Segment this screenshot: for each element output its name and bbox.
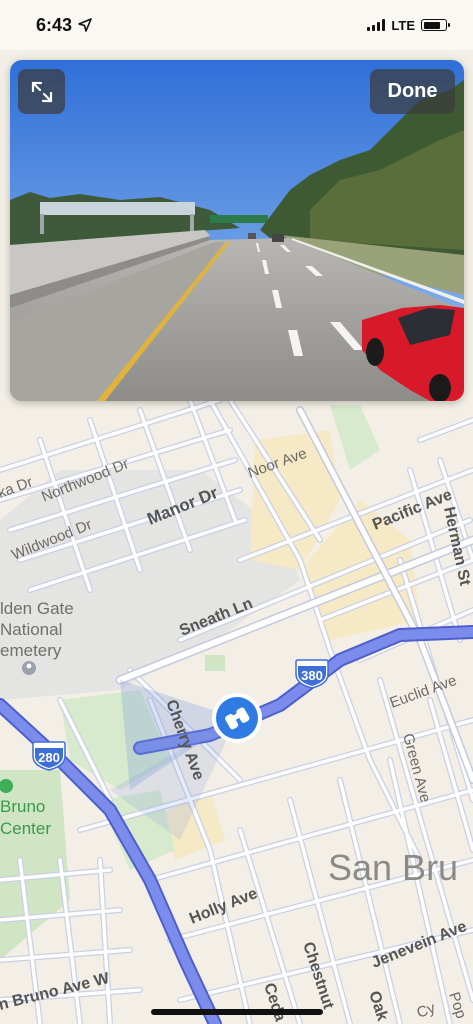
look-around-marker[interactable] <box>212 693 262 743</box>
home-indicator[interactable] <box>151 1009 323 1015</box>
svg-text:280: 280 <box>38 750 60 765</box>
status-bar: 6:43 LTE <box>0 0 473 50</box>
bruno-center-label-1: Bruno <box>0 797 45 816</box>
status-left: 6:43 <box>36 15 92 36</box>
cemetery-label-3: emetery <box>0 641 62 660</box>
clock: 6:43 <box>36 14 73 35</box>
look-around-panel[interactable]: Done <box>10 60 464 401</box>
expand-arrows-icon <box>31 81 52 102</box>
interstate-280-shield: 280 <box>32 741 66 771</box>
cellular-signal-icon <box>367 19 386 31</box>
svg-text:380: 380 <box>301 668 323 683</box>
cemetery-label-2: National <box>0 620 62 639</box>
done-button[interactable]: Done <box>370 69 455 114</box>
interstate-380-shield: 380 <box>295 659 329 689</box>
bruno-center-label-2: Center <box>0 819 51 838</box>
location-arrow-icon <box>78 18 92 32</box>
cemetery-label-1: lden Gate <box>0 599 74 618</box>
network-type: LTE <box>391 17 415 33</box>
battery-icon <box>421 19 450 31</box>
city-label: San Bru <box>328 847 458 888</box>
park-area-5 <box>205 655 225 671</box>
status-right: LTE <box>367 17 450 33</box>
expand-button[interactable] <box>18 69 65 114</box>
